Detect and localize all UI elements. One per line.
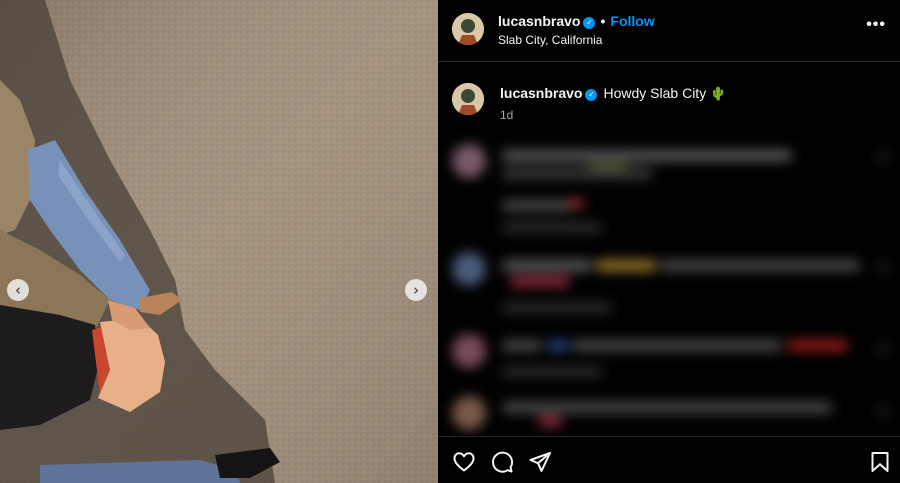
cactus-emoji-icon: 🌵: [710, 87, 727, 102]
caption-line: lucasnbravo ✓ Howdy Slab City 🌵: [500, 85, 726, 102]
comment-text-blur: [572, 340, 782, 351]
comment-text-blur: [596, 260, 656, 271]
verified-check-icon: ✓: [585, 89, 598, 101]
comment-avatar: [452, 252, 486, 286]
post-photo: [0, 0, 438, 483]
comment-meta-blur: [502, 302, 612, 313]
comment-avatar: [452, 396, 486, 430]
comment-text-blur: [788, 340, 848, 351]
caption-username-link[interactable]: lucasnbravo: [500, 85, 582, 101]
comments-list[interactable]: [438, 130, 900, 435]
reply-emoji-blur: [568, 198, 584, 209]
comment-like-icon[interactable]: [878, 262, 888, 272]
comment-meta-blur: [502, 366, 602, 377]
post-header: lucasnbravo ✓ • Follow Slab City, Californi…: [438, 0, 900, 62]
caption-text: Howdy Slab City: [603, 85, 707, 101]
verified-check-icon: ✓: [583, 17, 596, 29]
comment-text-blur: [502, 168, 652, 179]
comment-like-icon[interactable]: [878, 344, 888, 354]
comment-bubble-icon[interactable]: [490, 450, 514, 474]
paper-plane-icon[interactable]: [528, 450, 552, 474]
avatar[interactable]: [452, 13, 484, 45]
comment-text-blur: [548, 340, 568, 351]
reply-meta-blur: [502, 222, 602, 233]
caption-block: lucasnbravo ✓ Howdy Slab City 🌵 1d: [438, 78, 900, 128]
comment-text-blur: [660, 260, 860, 271]
reply-text-blur: [502, 200, 572, 211]
carousel-next-button[interactable]: ›: [405, 279, 427, 301]
comment-text-blur: [502, 150, 792, 161]
caption-timestamp[interactable]: 1d: [500, 108, 513, 122]
comment-avatar: [452, 144, 486, 178]
comment-like-icon[interactable]: [878, 152, 888, 162]
follow-button[interactable]: Follow: [610, 13, 654, 29]
action-bar: [438, 436, 900, 483]
header-user-line: lucasnbravo ✓ • Follow: [498, 13, 655, 29]
heart-icon[interactable]: [452, 450, 476, 474]
comment-like-icon[interactable]: [878, 406, 888, 416]
post-details-panel: lucasnbravo ✓ • Follow Slab City, Californi…: [438, 0, 900, 483]
carousel-prev-button[interactable]: ‹: [7, 279, 29, 301]
username-link[interactable]: lucasnbravo: [498, 13, 580, 29]
post-media[interactable]: ‹ ›: [0, 0, 438, 483]
bookmark-icon[interactable]: [868, 450, 892, 474]
separator: •: [600, 13, 606, 29]
more-options-icon[interactable]: •••: [866, 16, 886, 34]
comment-text-blur: [502, 402, 832, 413]
location-link[interactable]: Slab City, California: [498, 33, 602, 47]
caption-avatar[interactable]: [452, 83, 484, 115]
comment-text-blur: [502, 340, 542, 351]
comment-text-blur: [510, 276, 570, 287]
comment-text-blur: [538, 416, 562, 427]
comment-text-blur: [502, 260, 592, 271]
comment-avatar: [452, 334, 486, 368]
